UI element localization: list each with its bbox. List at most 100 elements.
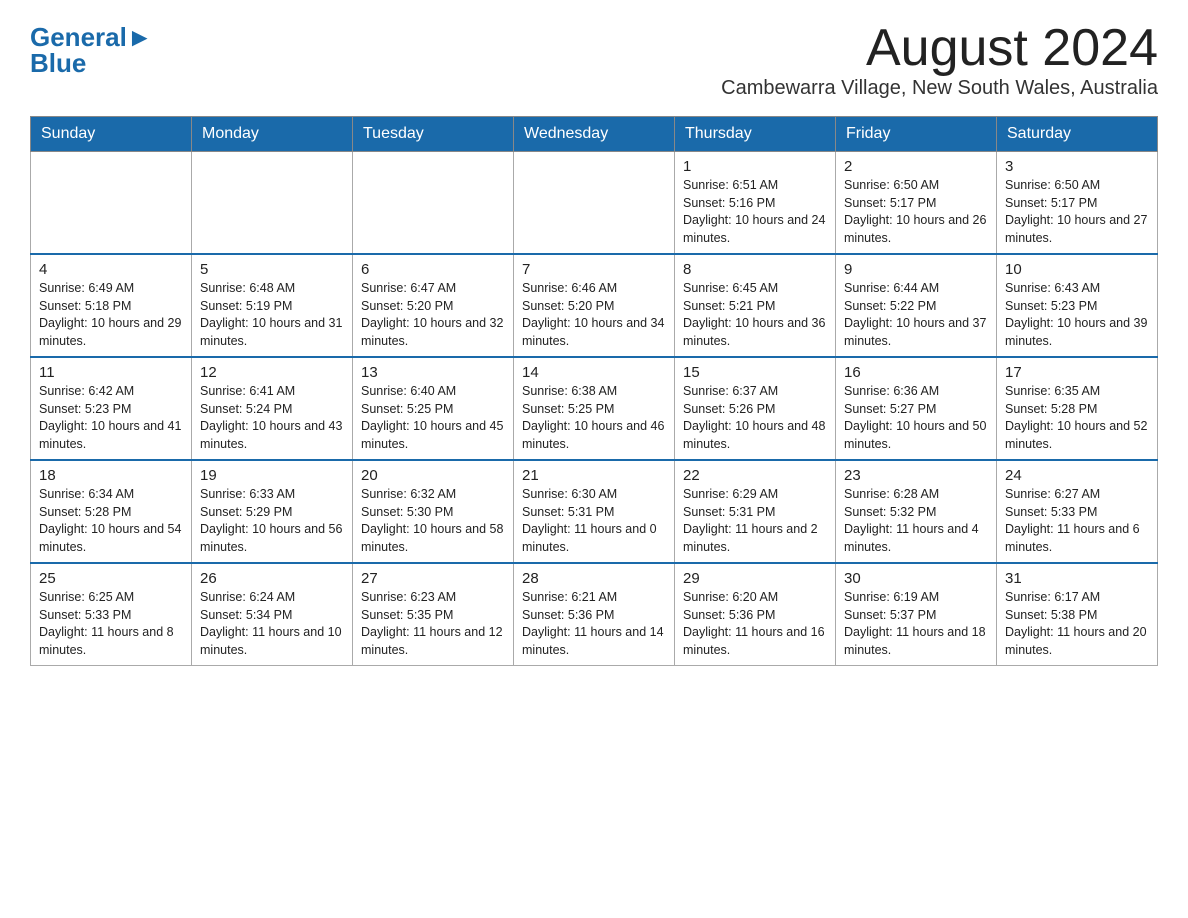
page-header: General► Blue August 2024 Cambewarra Vil…	[30, 20, 1158, 110]
day-info: Sunrise: 6:49 AMSunset: 5:18 PMDaylight:…	[39, 280, 183, 350]
calendar-header-row: SundayMondayTuesdayWednesdayThursdayFrid…	[31, 117, 1158, 152]
day-number: 24	[1005, 467, 1149, 484]
day-info: Sunrise: 6:33 AMSunset: 5:29 PMDaylight:…	[200, 486, 344, 556]
calendar-header-monday: Monday	[192, 117, 353, 152]
calendar-cell: 25 Sunrise: 6:25 AMSunset: 5:33 PMDayligh…	[31, 563, 192, 666]
day-number: 6	[361, 261, 505, 278]
calendar-cell	[353, 152, 514, 255]
logo: General► Blue	[30, 20, 153, 76]
calendar-cell: 30 Sunrise: 6:19 AMSunset: 5:37 PMDayligh…	[836, 563, 997, 666]
calendar-cell: 27Sunrise: 6:23 AMSunset: 5:35 PMDayligh…	[353, 563, 514, 666]
calendar-cell: 18 Sunrise: 6:34 AMSunset: 5:28 PMDayligh…	[31, 460, 192, 563]
day-number: 28	[522, 570, 666, 587]
day-info: Sunrise: 6:21 AMSunset: 5:36 PMDaylight:…	[522, 589, 666, 659]
calendar-header-thursday: Thursday	[675, 117, 836, 152]
day-number: 3	[1005, 158, 1149, 175]
day-info: Sunrise: 6:50 AMSunset: 5:17 PMDaylight:…	[844, 177, 988, 247]
day-info: Sunrise: 6:36 AMSunset: 5:27 PMDaylight:…	[844, 383, 988, 453]
day-number: 21	[522, 467, 666, 484]
title-block: August 2024 Cambewarra Village, New Sout…	[721, 20, 1158, 110]
calendar-cell: 4 Sunrise: 6:49 AMSunset: 5:18 PMDaylight…	[31, 254, 192, 357]
day-info: Sunrise: 6:24 AMSunset: 5:34 PMDaylight:…	[200, 589, 344, 659]
calendar-header-tuesday: Tuesday	[353, 117, 514, 152]
calendar-cell: 23 Sunrise: 6:28 AMSunset: 5:32 PMDayligh…	[836, 460, 997, 563]
calendar-cell: 15 Sunrise: 6:37 AMSunset: 5:26 PMDayligh…	[675, 357, 836, 460]
calendar-cell: 21Sunrise: 6:30 AMSunset: 5:31 PMDayligh…	[514, 460, 675, 563]
calendar-cell: 8Sunrise: 6:45 AMSunset: 5:21 PMDaylight…	[675, 254, 836, 357]
calendar-cell	[192, 152, 353, 255]
calendar-cell: 3 Sunrise: 6:50 AMSunset: 5:17 PMDaylight…	[997, 152, 1158, 255]
day-info: Sunrise: 6:42 AMSunset: 5:23 PMDaylight:…	[39, 383, 183, 453]
day-number: 12	[200, 364, 344, 381]
calendar-cell: 10 Sunrise: 6:43 AMSunset: 5:23 PMDayligh…	[997, 254, 1158, 357]
calendar-cell: 22 Sunrise: 6:29 AMSunset: 5:31 PMDayligh…	[675, 460, 836, 563]
day-number: 8	[683, 261, 827, 278]
calendar-cell: 20Sunrise: 6:32 AMSunset: 5:30 PMDayligh…	[353, 460, 514, 563]
day-number: 11	[39, 364, 183, 381]
logo-blue-text: Blue	[30, 50, 86, 76]
calendar-cell: 13 Sunrise: 6:40 AMSunset: 5:25 PMDayligh…	[353, 357, 514, 460]
day-number: 18	[39, 467, 183, 484]
day-info: Sunrise: 6:19 AMSunset: 5:37 PMDaylight:…	[844, 589, 988, 659]
day-info: Sunrise: 6:40 AMSunset: 5:25 PMDaylight:…	[361, 383, 505, 453]
day-number: 23	[844, 467, 988, 484]
location-title: Cambewarra Village, New South Wales, Aus…	[721, 77, 1158, 100]
day-info: Sunrise: 6:48 AMSunset: 5:19 PMDaylight:…	[200, 280, 344, 350]
day-number: 10	[1005, 261, 1149, 278]
day-info: Sunrise: 6:25 AMSunset: 5:33 PMDaylight:…	[39, 589, 183, 659]
calendar-week-row: 1 Sunrise: 6:51 AMSunset: 5:16 PMDaylight…	[31, 152, 1158, 255]
calendar-table: SundayMondayTuesdayWednesdayThursdayFrid…	[30, 116, 1158, 666]
day-info: Sunrise: 6:50 AMSunset: 5:17 PMDaylight:…	[1005, 177, 1149, 247]
day-number: 30	[844, 570, 988, 587]
day-info: Sunrise: 6:38 AMSunset: 5:25 PMDaylight:…	[522, 383, 666, 453]
calendar-cell: 5Sunrise: 6:48 AMSunset: 5:19 PMDaylight…	[192, 254, 353, 357]
day-number: 20	[361, 467, 505, 484]
calendar-header-saturday: Saturday	[997, 117, 1158, 152]
calendar-cell: 24 Sunrise: 6:27 AMSunset: 5:33 PMDayligh…	[997, 460, 1158, 563]
calendar-week-row: 4 Sunrise: 6:49 AMSunset: 5:18 PMDaylight…	[31, 254, 1158, 357]
calendar-cell: 7Sunrise: 6:46 AMSunset: 5:20 PMDaylight…	[514, 254, 675, 357]
day-info: Sunrise: 6:34 AMSunset: 5:28 PMDaylight:…	[39, 486, 183, 556]
calendar-cell: 14Sunrise: 6:38 AMSunset: 5:25 PMDayligh…	[514, 357, 675, 460]
calendar-cell: 26 Sunrise: 6:24 AMSunset: 5:34 PMDayligh…	[192, 563, 353, 666]
calendar-cell: 31 Sunrise: 6:17 AMSunset: 5:38 PMDayligh…	[997, 563, 1158, 666]
calendar-cell: 17 Sunrise: 6:35 AMSunset: 5:28 PMDayligh…	[997, 357, 1158, 460]
day-number: 26	[200, 570, 344, 587]
day-number: 25	[39, 570, 183, 587]
calendar-cell: 11 Sunrise: 6:42 AMSunset: 5:23 PMDayligh…	[31, 357, 192, 460]
day-info: Sunrise: 6:20 AMSunset: 5:36 PMDaylight:…	[683, 589, 827, 659]
calendar-cell: 9Sunrise: 6:44 AMSunset: 5:22 PMDaylight…	[836, 254, 997, 357]
day-info: Sunrise: 6:28 AMSunset: 5:32 PMDaylight:…	[844, 486, 988, 556]
month-title: August 2024	[721, 20, 1158, 77]
day-number: 1	[683, 158, 827, 175]
day-number: 15	[683, 364, 827, 381]
day-number: 22	[683, 467, 827, 484]
calendar-cell: 19Sunrise: 6:33 AMSunset: 5:29 PMDayligh…	[192, 460, 353, 563]
day-info: Sunrise: 6:43 AMSunset: 5:23 PMDaylight:…	[1005, 280, 1149, 350]
calendar-cell: 16 Sunrise: 6:36 AMSunset: 5:27 PMDayligh…	[836, 357, 997, 460]
day-info: Sunrise: 6:27 AMSunset: 5:33 PMDaylight:…	[1005, 486, 1149, 556]
day-number: 17	[1005, 364, 1149, 381]
day-info: Sunrise: 6:35 AMSunset: 5:28 PMDaylight:…	[1005, 383, 1149, 453]
logo-general-text: General►	[30, 24, 153, 50]
day-info: Sunrise: 6:51 AMSunset: 5:16 PMDaylight:…	[683, 177, 827, 247]
day-info: Sunrise: 6:17 AMSunset: 5:38 PMDaylight:…	[1005, 589, 1149, 659]
day-number: 13	[361, 364, 505, 381]
calendar-cell: 6 Sunrise: 6:47 AMSunset: 5:20 PMDaylight…	[353, 254, 514, 357]
calendar-cell: 28 Sunrise: 6:21 AMSunset: 5:36 PMDayligh…	[514, 563, 675, 666]
calendar-header-sunday: Sunday	[31, 117, 192, 152]
calendar-week-row: 11 Sunrise: 6:42 AMSunset: 5:23 PMDayligh…	[31, 357, 1158, 460]
day-number: 4	[39, 261, 183, 278]
day-number: 31	[1005, 570, 1149, 587]
calendar-cell	[514, 152, 675, 255]
day-info: Sunrise: 6:47 AMSunset: 5:20 PMDaylight:…	[361, 280, 505, 350]
day-info: Sunrise: 6:41 AMSunset: 5:24 PMDaylight:…	[200, 383, 344, 453]
day-info: Sunrise: 6:29 AMSunset: 5:31 PMDaylight:…	[683, 486, 827, 556]
day-info: Sunrise: 6:37 AMSunset: 5:26 PMDaylight:…	[683, 383, 827, 453]
day-number: 9	[844, 261, 988, 278]
calendar-cell: 2Sunrise: 6:50 AMSunset: 5:17 PMDaylight…	[836, 152, 997, 255]
calendar-header-friday: Friday	[836, 117, 997, 152]
calendar-cell: 1 Sunrise: 6:51 AMSunset: 5:16 PMDaylight…	[675, 152, 836, 255]
day-number: 16	[844, 364, 988, 381]
calendar-cell	[31, 152, 192, 255]
